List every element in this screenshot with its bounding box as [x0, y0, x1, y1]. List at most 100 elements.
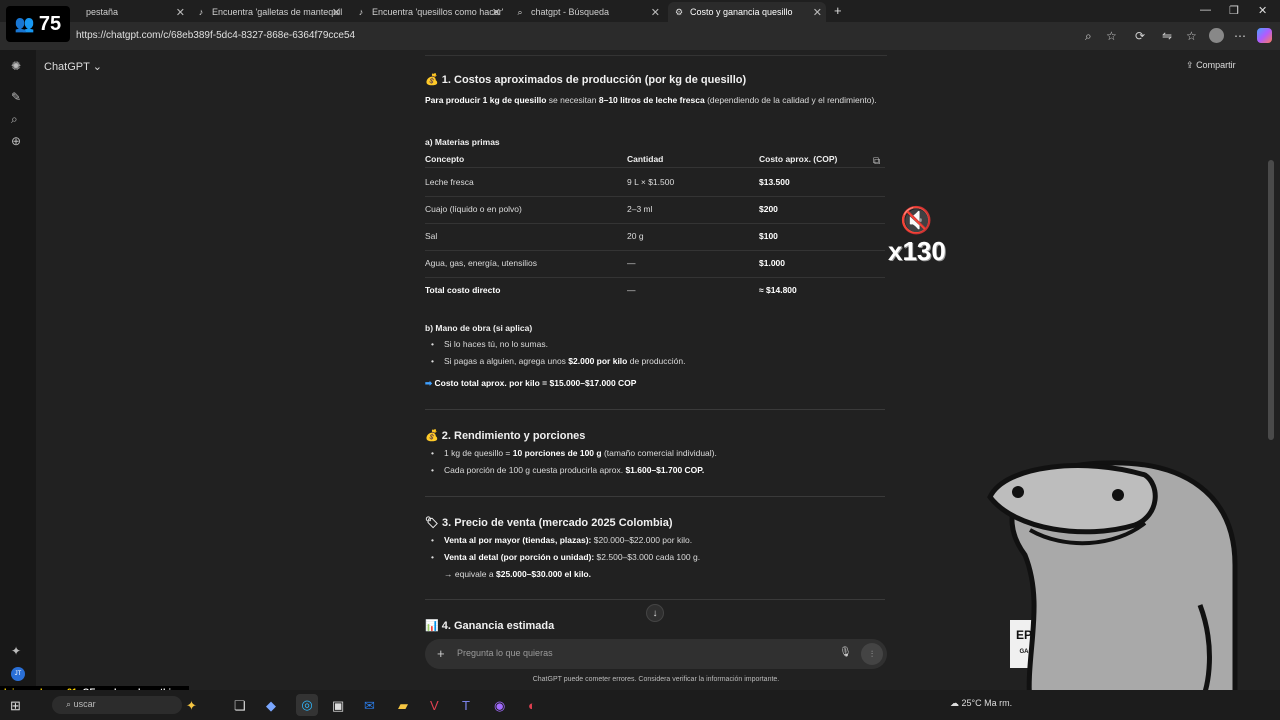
- zoom-icon[interactable]: ⌕: [1085, 29, 1092, 44]
- copilot-sparkle-icon[interactable]: ✦: [186, 698, 197, 714]
- tiktok-icon: ♪: [358, 7, 364, 17]
- taskbar-search[interactable]: ⌕ uscar: [52, 696, 182, 714]
- tab-new[interactable]: pestaña ✕: [64, 2, 189, 22]
- edge-app-icon[interactable]: ◎: [296, 694, 318, 716]
- text: se necesitan: [546, 95, 599, 105]
- new-chat-icon[interactable]: ✎: [11, 90, 21, 104]
- extensions-icon[interactable]: ⟳: [1135, 29, 1145, 43]
- minimize-icon[interactable]: —: [1200, 4, 1211, 16]
- divider: [425, 496, 885, 497]
- table-cell: 20 g: [627, 231, 644, 241]
- subheading-labor: b) Mano de obra (si aplica): [425, 323, 533, 333]
- microphone-icon[interactable]: 🎙: [839, 647, 852, 658]
- address-bar: https://chatgpt.com/c/68eb389f-5dc4-8327…: [0, 22, 1280, 50]
- text: → equivale a: [444, 569, 496, 579]
- plus-icon[interactable]: +: [437, 646, 445, 661]
- user-avatar[interactable]: JT: [11, 667, 25, 681]
- windows-start-icon[interactable]: ⊞: [10, 698, 21, 714]
- close-icon[interactable]: ✕: [332, 6, 341, 19]
- table-header: Costo aprox. (COP): [759, 154, 838, 164]
- money-bag-icon: 💰: [425, 74, 439, 86]
- bold-text: $1.600–$1.700 COP.: [625, 465, 705, 475]
- table-cell: —: [627, 285, 636, 295]
- brand-label: ChatGPT: [44, 61, 90, 73]
- new-tab-icon[interactable]: +: [834, 3, 842, 18]
- table-cell: —: [627, 258, 636, 268]
- table-cell: $1.000: [759, 258, 785, 268]
- weather-widget[interactable]: ☁ 25°C Ma rm.: [950, 698, 1012, 709]
- voice-mode-button[interactable]: ⫶: [861, 643, 883, 665]
- prompt-composer[interactable]: + Pregunta lo que quieras 🎙 ⫶: [425, 639, 887, 669]
- section-2-heading: 💰 2. Rendimiento y porciones: [425, 429, 585, 444]
- sidebar-rail: ✺ ✎ ⌕ ⊕ ✦ JT: [0, 50, 36, 690]
- discord-icon[interactable]: ◉: [494, 698, 505, 714]
- table-cell: Cuajo (líquido o en polvo): [425, 204, 522, 214]
- table-header: Concepto: [425, 154, 465, 164]
- favorites-icon[interactable]: ☆: [1186, 29, 1197, 43]
- task-view-icon[interactable]: ❏: [234, 698, 246, 714]
- tab-tiktok-quesillos[interactable]: ♪ Encuentra 'quesillos como hacer' ✕: [350, 2, 505, 22]
- close-icon[interactable]: ✕: [651, 6, 660, 19]
- tab-label: Costo y ganancia quesillo: [690, 7, 793, 17]
- copilot-icon[interactable]: [1257, 28, 1272, 43]
- list-item: Venta al por mayor (tiendas, plazas): $2…: [431, 535, 692, 547]
- total-cost-line: ➡ Costo total aprox. por kilo = $15.000–…: [425, 378, 885, 390]
- table-cell: Total costo directo: [425, 285, 501, 295]
- divider: [425, 409, 885, 410]
- window-close-icon[interactable]: ✕: [1258, 4, 1267, 17]
- url-field[interactable]: https://chatgpt.com/c/68eb389f-5dc4-8327…: [76, 30, 355, 41]
- viewer-count-badge: 👥 75: [6, 6, 70, 42]
- table-cell: 2–3 ml: [627, 204, 653, 214]
- list-item: Si lo haces tú, no lo sumas.: [431, 339, 548, 351]
- mascot-character: [987, 460, 1238, 705]
- table-cell: $100: [759, 231, 778, 241]
- heading-text: 2. Rendimiento y porciones: [441, 430, 586, 442]
- muted-speaker-icon: 🔇: [900, 205, 933, 235]
- divider: [425, 250, 885, 251]
- text: 1 kg de quesillo =: [444, 448, 513, 458]
- search-icon: ⌕: [517, 6, 523, 17]
- copilot-app-icon[interactable]: ◆: [266, 698, 276, 714]
- tab-chatgpt-active[interactable]: ⚙ Costo y ganancia quesillo ✕: [668, 2, 826, 22]
- chatgpt-icon: ⚙: [674, 6, 684, 17]
- tab-label: pestaña: [86, 7, 119, 17]
- windows-taskbar: ⊞ ⌕ uscar ✦ ❏ ◆ ◎ ▣ ✉ ▰ V T ◉ ◐ ☁ 25°C M…: [0, 690, 1280, 720]
- bold-text: 8–10 litros de leche fresca: [598, 95, 705, 105]
- valorant-icon[interactable]: V: [430, 698, 439, 713]
- profile-avatar[interactable]: [1209, 28, 1224, 43]
- sparkle-icon[interactable]: ✦: [11, 644, 21, 658]
- close-icon[interactable]: ✕: [813, 6, 822, 19]
- more-menu-icon[interactable]: ⋯: [1234, 29, 1246, 43]
- teams-icon[interactable]: T: [462, 698, 470, 713]
- tab-tiktok-galletas[interactable]: ♪ Encuentra 'galletas de mantequil ✕: [190, 2, 345, 22]
- viewer-count: 75: [38, 12, 62, 35]
- split-screen-icon[interactable]: ⇋: [1162, 29, 1172, 43]
- maximize-icon[interactable]: ❐: [1229, 4, 1239, 17]
- search-icon[interactable]: ⌕: [11, 112, 18, 127]
- multiplier-overlay: x130: [888, 236, 946, 266]
- share-button[interactable]: ⇪ Compartir: [1186, 60, 1236, 71]
- favorite-star-icon[interactable]: ☆: [1106, 29, 1117, 43]
- store-icon[interactable]: ▣: [332, 698, 344, 714]
- bold-text: $25.000–$30.000 el kilo.: [495, 569, 591, 579]
- chart-icon: 📊: [425, 620, 439, 632]
- prompt-input[interactable]: Pregunta lo que quieras: [457, 648, 553, 658]
- tab-bing-search[interactable]: ⌕ chatgpt - Búsqueda ✕: [509, 2, 664, 22]
- scrollbar[interactable]: [1268, 160, 1274, 440]
- tiktok-icon: ♪: [198, 7, 204, 17]
- divider: [425, 277, 885, 278]
- tab-label: chatgpt - Búsqueda: [531, 7, 610, 17]
- close-icon[interactable]: ✕: [176, 6, 185, 19]
- arrow-right-icon: ➡: [425, 378, 433, 388]
- scroll-to-bottom-button[interactable]: ↓: [646, 604, 664, 622]
- share-icon: ⇪: [1186, 60, 1194, 70]
- obs-icon[interactable]: ◐: [528, 698, 536, 713]
- close-icon[interactable]: ✕: [492, 6, 501, 19]
- openai-logo-icon[interactable]: ✺: [11, 59, 21, 73]
- file-explorer-icon[interactable]: ▰: [398, 698, 408, 714]
- text: de producción.: [627, 356, 686, 366]
- library-icon[interactable]: ⊕: [11, 134, 21, 148]
- outlook-icon[interactable]: ✉: [364, 698, 375, 714]
- model-selector[interactable]: ChatGPT ⌄: [44, 60, 102, 73]
- search-label: uscar: [73, 699, 96, 709]
